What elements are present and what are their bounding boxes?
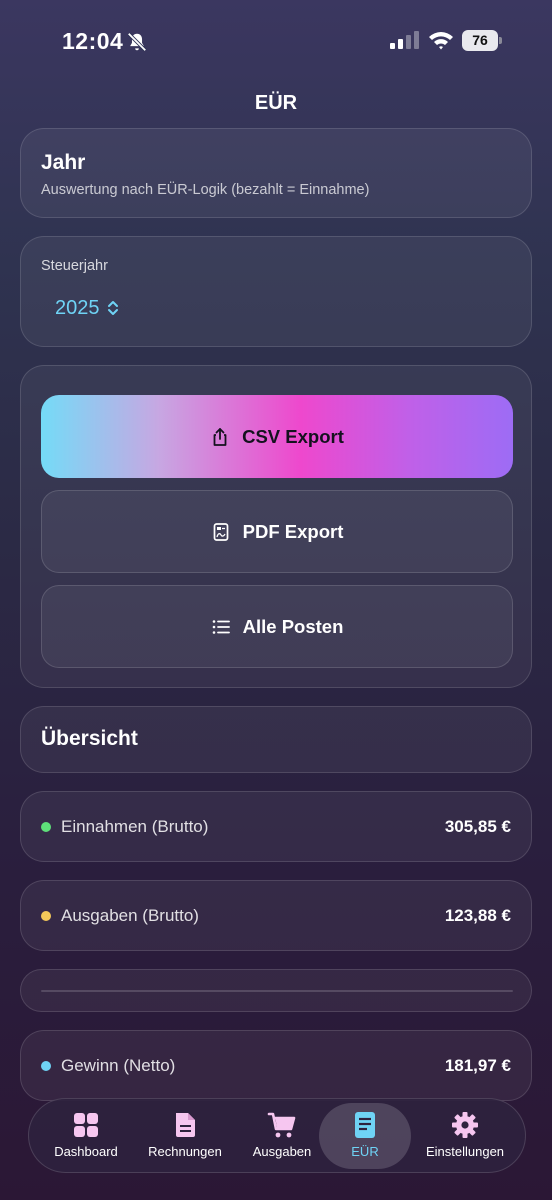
- share-icon: [213, 427, 227, 446]
- battery-level: 76: [462, 30, 498, 51]
- year-card-subtitle: Auswertung nach EÜR-Logik (bezahlt = Ein…: [41, 182, 370, 198]
- year-card-title: Jahr: [41, 151, 86, 174]
- income-value: 305,85 €: [444, 816, 511, 836]
- all-items-button[interactable]: Alle Posten: [41, 585, 513, 668]
- tab-label: Einstellungen: [425, 1144, 505, 1159]
- expenses-value: 123,88 €: [444, 905, 511, 925]
- csv-export-label: CSV Export: [242, 425, 344, 447]
- year-card: Jahr Auswertung nach EÜR-Logik (bezahlt …: [20, 128, 532, 218]
- cell-signal-icon: [390, 31, 419, 49]
- grid-icon: [74, 1113, 98, 1137]
- battery-icon: 76: [462, 30, 502, 51]
- overview-header-card: Übersicht: [20, 706, 532, 773]
- income-row: Einnahmen (Brutto) 305,85 €: [20, 791, 532, 862]
- tab-label: Ausgaben: [252, 1144, 312, 1159]
- tab-settings[interactable]: Einstellungen: [417, 1103, 513, 1169]
- cart-icon: [267, 1112, 296, 1138]
- pdf-document-icon: [213, 522, 228, 541]
- divider-card: [20, 969, 532, 1012]
- tax-year-card: Steuerjahr 2025: [20, 236, 532, 347]
- report-icon: [355, 1112, 375, 1138]
- tab-bar: Dashboard Rechnungen Ausgaben EÜR Einste…: [28, 1098, 526, 1173]
- income-dot: [41, 821, 51, 832]
- bell-muted-icon: [127, 32, 147, 52]
- tax-year-label: Steuerjahr: [41, 258, 108, 274]
- overview-title: Übersicht: [41, 727, 138, 750]
- gear-icon: [452, 1112, 478, 1138]
- list-icon: [212, 619, 230, 634]
- profit-value: 181,97 €: [444, 1055, 511, 1075]
- tab-dashboard[interactable]: Dashboard: [43, 1103, 129, 1169]
- tax-year-value: 2025: [55, 296, 100, 319]
- tab-label: EÜR: [351, 1144, 379, 1159]
- tax-year-picker[interactable]: 2025: [55, 293, 120, 323]
- profit-label: Gewinn (Netto): [61, 1055, 176, 1075]
- csv-export-button[interactable]: CSV Export: [41, 395, 513, 478]
- wifi-icon: [429, 32, 453, 50]
- all-items-label: Alle Posten: [242, 615, 344, 637]
- page-title: EÜR: [254, 92, 298, 114]
- income-label: Einnahmen (Brutto): [61, 816, 209, 836]
- status-time: 12:04: [62, 28, 124, 54]
- tab-label: Dashboard: [54, 1144, 118, 1159]
- tab-label: Rechnungen: [148, 1144, 222, 1159]
- tab-expenses[interactable]: Ausgaben: [241, 1103, 323, 1169]
- expenses-dot: [41, 910, 51, 921]
- profit-dot: [41, 1060, 51, 1071]
- tab-eur[interactable]: EÜR: [319, 1103, 411, 1169]
- export-actions-card: CSV Export PDF Export Alle Posten: [20, 365, 532, 688]
- expenses-label: Ausgaben (Brutto): [61, 905, 199, 925]
- status-bar: 12:04 76: [0, 0, 552, 80]
- divider: [41, 990, 513, 992]
- chevron-up-down-icon: [107, 301, 118, 315]
- profit-row: Gewinn (Netto) 181,97 €: [20, 1030, 532, 1101]
- pdf-export-label: PDF Export: [242, 520, 344, 542]
- document-icon: [176, 1113, 195, 1137]
- tab-invoices[interactable]: Rechnungen: [139, 1103, 231, 1169]
- expenses-row: Ausgaben (Brutto) 123,88 €: [20, 880, 532, 951]
- pdf-export-button[interactable]: PDF Export: [41, 490, 513, 573]
